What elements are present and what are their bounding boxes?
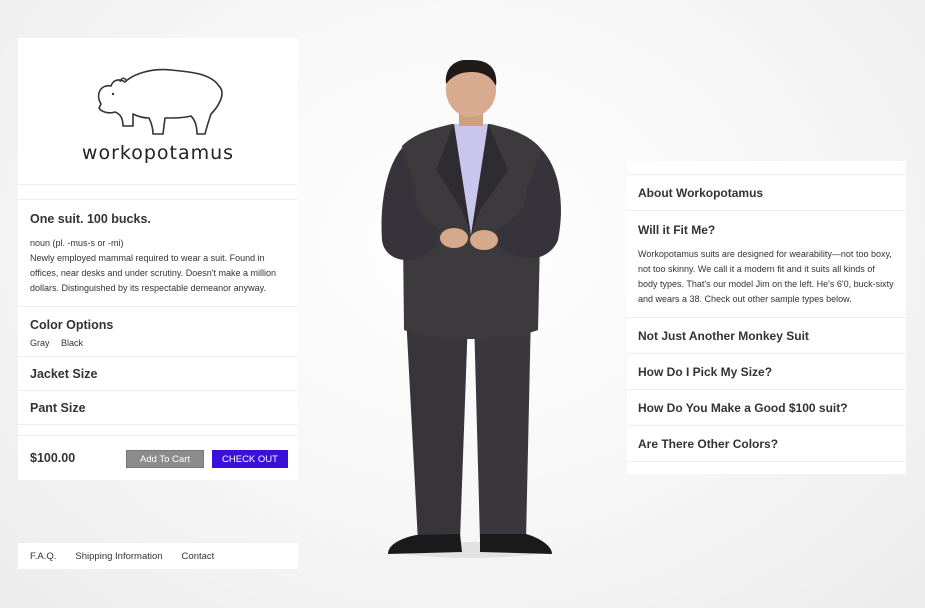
- faq-panel: About Workopotamus Will it Fit Me? Worko…: [627, 161, 906, 474]
- product-panel: workopotamus One suit. 100 bucks. noun (…: [18, 38, 298, 480]
- add-to-cart-button[interactable]: Add To Cart: [126, 450, 204, 468]
- faq-item-pick-size[interactable]: How Do I Pick My Size?: [627, 354, 906, 390]
- footer-link-shipping[interactable]: Shipping Information: [75, 551, 162, 562]
- color-options-label: Color Options: [30, 318, 114, 332]
- footer-nav: F.A.Q. Shipping Information Contact: [18, 543, 298, 569]
- definition-line: noun (pl. -mus-s or -mi): [30, 238, 124, 248]
- pant-size-label: Pant Size: [30, 400, 86, 415]
- product-headline: One suit. 100 bucks.: [30, 212, 151, 226]
- faq-body: Workopotamus suits are designed for wear…: [638, 249, 894, 304]
- color-option-black[interactable]: Black: [61, 338, 83, 348]
- faq-item-monkey-suit[interactable]: Not Just Another Monkey Suit: [627, 318, 906, 354]
- logo-wordmark: workopotamus: [81, 142, 235, 164]
- faq-item-good-suit[interactable]: How Do You Make a Good $100 suit?: [627, 390, 906, 426]
- faq-title: About Workopotamus: [638, 185, 764, 200]
- footer-link-faq[interactable]: F.A.Q.: [30, 551, 56, 562]
- color-option-gray[interactable]: Gray: [30, 338, 50, 348]
- divider: [18, 425, 298, 436]
- divider: [627, 462, 906, 474]
- faq-item-about[interactable]: About Workopotamus: [627, 175, 906, 211]
- faq-title: Will it Fit Me?: [638, 223, 716, 237]
- jacket-size-label: Jacket Size: [30, 366, 98, 381]
- product-description: One suit. 100 bucks. noun (pl. -mus-s or…: [18, 200, 298, 307]
- pant-size-selector[interactable]: Pant Size: [18, 391, 298, 425]
- model-photo: [381, 60, 561, 558]
- description-text: Newly employed mammal required to wear a…: [30, 253, 277, 293]
- checkout-button[interactable]: CHECK OUT: [212, 450, 288, 468]
- faq-title: Not Just Another Monkey Suit: [638, 328, 809, 343]
- faq-item-other-colors[interactable]: Are There Other Colors?: [627, 426, 906, 462]
- jacket-size-selector[interactable]: Jacket Size: [18, 357, 298, 391]
- faq-title: Are There Other Colors?: [638, 436, 779, 451]
- purchase-row: $100.00 Add To Cart CHECK OUT: [18, 436, 298, 480]
- faq-title: How Do You Make a Good $100 suit?: [638, 400, 848, 415]
- hippo-icon: [97, 68, 223, 135]
- price: $100.00: [30, 451, 76, 465]
- logo[interactable]: workopotamus: [18, 38, 298, 185]
- footer-link-contact[interactable]: Contact: [182, 551, 215, 562]
- divider: [18, 185, 298, 200]
- faq-title: How Do I Pick My Size?: [638, 364, 773, 379]
- divider: [627, 161, 906, 175]
- color-options: Color Options Gray Black: [18, 307, 298, 357]
- faq-item-fit[interactable]: Will it Fit Me? Workopotamus suits are d…: [627, 211, 906, 318]
